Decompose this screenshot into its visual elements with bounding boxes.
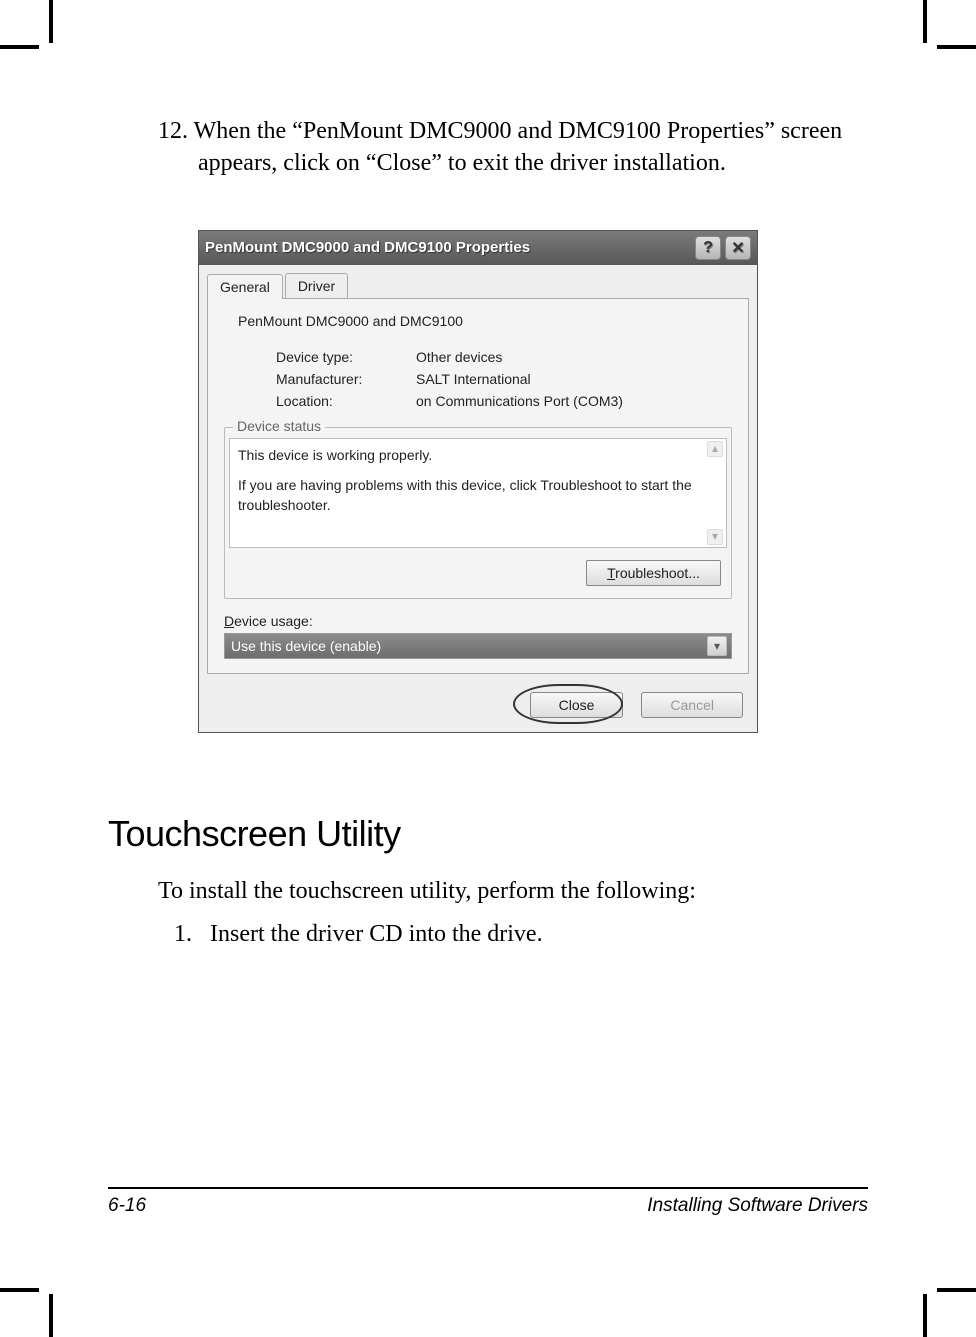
device-status-fieldset: Device status This device is working pro… (224, 427, 732, 599)
properties-dialog-wrap: PenMount DMC9000 and DMC9100 Properties … (198, 230, 758, 733)
tab-driver[interactable]: Driver (285, 273, 348, 298)
step-12: 12. When the “PenMount DMC9000 and DMC91… (158, 115, 868, 180)
status-line2: If you are having problems with this dev… (238, 475, 702, 516)
troubleshoot-button[interactable]: Troubleshoot... (586, 560, 721, 586)
cancel-button: Cancel (641, 692, 743, 718)
device-usage-selected: Use this device (enable) (231, 638, 381, 654)
properties-dialog: PenMount DMC9000 and DMC9100 Properties … (198, 230, 758, 733)
device-usage-select[interactable]: Use this device (enable) ▾ (224, 633, 732, 659)
list-item-1: 1. Insert the driver CD into the drive. (158, 921, 868, 948)
step-text: When the “PenMount DMC9000 and DMC9100 P… (194, 118, 843, 176)
chevron-down-icon[interactable]: ▾ (707, 636, 727, 656)
section-heading: Touchscreen Utility (108, 813, 868, 855)
device-status-text: This device is working properly. If you … (229, 438, 727, 548)
dialog-title: PenMount DMC9000 and DMC9100 Properties (205, 239, 530, 256)
location-value: on Communications Port (COM3) (416, 393, 623, 409)
step-number: 12. (158, 118, 188, 144)
section-intro: To install the touchscreen utility, perf… (158, 875, 868, 907)
device-header: PenMount DMC9000 and DMC9100 (224, 313, 732, 329)
device-type-label: Device type: (276, 349, 416, 365)
device-usage-label: Device usage: (224, 613, 732, 629)
property-grid: Device type: Other devices Manufacturer:… (276, 349, 732, 409)
page-content: 12. When the “PenMount DMC9000 and DMC91… (108, 115, 868, 1237)
status-line1: This device is working properly. (238, 445, 702, 465)
close-button[interactable]: Close (530, 692, 624, 718)
location-label: Location: (276, 393, 416, 409)
help-icon[interactable]: ? (695, 236, 721, 260)
list-item-1-text: Insert the driver CD into the drive. (210, 921, 543, 947)
scroll-up-icon[interactable]: ▴ (707, 441, 723, 457)
troubleshoot-rest: roubleshoot... (615, 565, 700, 581)
dialog-footer: Close Cancel (199, 682, 757, 732)
manufacturer-label: Manufacturer: (276, 371, 416, 387)
list-item-1-num: 1. (174, 921, 192, 947)
manufacturer-value: SALT International (416, 371, 531, 387)
device-status-legend: Device status (233, 418, 325, 434)
page-footer: 6-16 Installing Software Drivers (108, 1187, 868, 1217)
tabs: General Driver (199, 265, 757, 298)
device-type-value: Other devices (416, 349, 502, 365)
tab-general[interactable]: General (207, 274, 283, 299)
close-icon[interactable]: ✕ (725, 236, 751, 260)
titlebar: PenMount DMC9000 and DMC9100 Properties … (199, 231, 757, 265)
scroll-down-icon[interactable]: ▾ (707, 529, 723, 545)
scrollbar[interactable]: ▴ ▾ (706, 441, 724, 545)
page-number: 6-16 (108, 1195, 146, 1217)
tab-body: PenMount DMC9000 and DMC9100 Device type… (207, 298, 749, 674)
device-name: PenMount DMC9000 and DMC9100 (238, 313, 463, 329)
footer-chapter: Installing Software Drivers (647, 1195, 868, 1217)
